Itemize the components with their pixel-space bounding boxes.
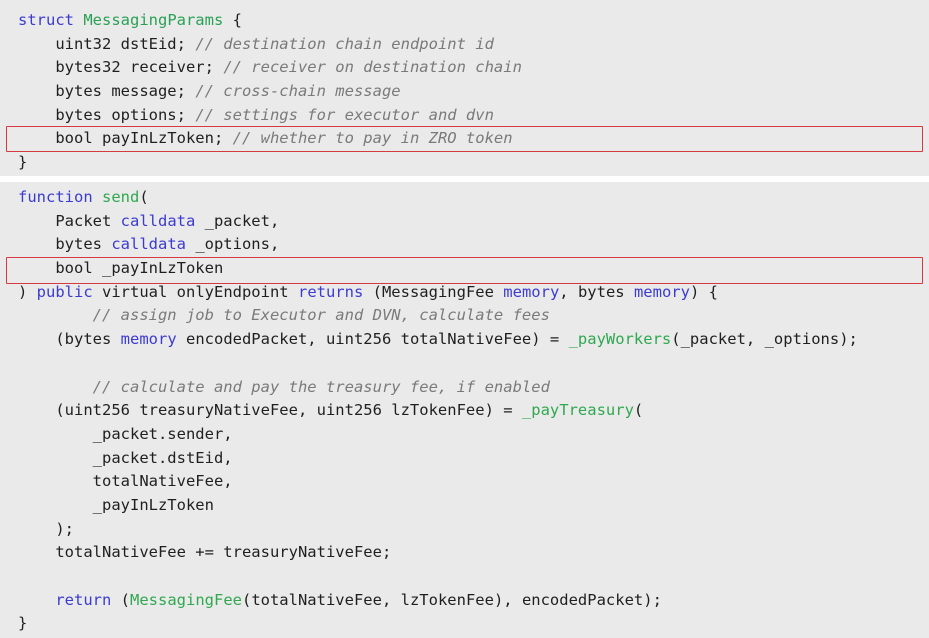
code-token: ); [18,519,74,538]
code-comment: // calculate and pay the treasury fee, i… [92,377,550,396]
code-comment: // assign job to Executor and DVN, calcu… [92,306,550,325]
code-token: return [55,590,112,609]
code-line: totalNativeFee += treasuryNativeFee; [18,541,858,565]
code-comment: // receiver on destination chain [223,58,522,77]
code-line: bytes options; // settings for executor … [18,104,522,128]
code-token: calldata [111,235,186,254]
code-line: // calculate and pay the treasury fee, i… [18,376,858,400]
code-token: bytes message; [18,82,196,101]
code-token: Packet [18,211,121,230]
code-token: } [18,153,28,172]
code-token: public [36,282,93,301]
code-comment: // cross-chain message [195,82,401,101]
code-token: uint32 dstEid; [18,34,196,53]
struct-code: struct MessagingParams { uint32 dstEid; … [18,9,522,175]
code-token: memory [503,282,560,301]
code-comment: // destination chain endpoint id [195,34,494,53]
code-token: totalNativeFee, [18,472,233,491]
code-token: totalNativeFee += treasuryNativeFee; [18,543,392,562]
code-line: totalNativeFee, [18,470,858,494]
code-token: { [223,11,242,29]
code-token: _payWorkers [568,330,672,349]
code-token: MessagingParams [83,11,224,29]
code-token: ( [633,401,644,420]
code-token: bytes [18,235,112,254]
code-line: // assign job to Executor and DVN, calcu… [18,304,858,328]
code-token: ) { [689,282,718,301]
code-line: bool payInLzToken; // whether to pay in … [18,127,522,151]
code-token: MessagingFee [130,590,242,609]
code-token: virtual onlyEndpoint [92,282,298,301]
code-line: uint32 dstEid; // destination chain endp… [18,33,522,57]
code-token: memory [633,282,690,301]
code-line: struct MessagingParams { [18,9,522,33]
code-token: bool _payInLzToken [18,259,224,278]
code-token: _payTreasury [521,401,634,420]
function-code-block: function send( Packet calldata _packet, … [0,182,929,638]
code-token: } [18,614,28,633]
code-line: Packet calldata _packet, [18,210,858,234]
code-line: _packet.sender, [18,423,858,447]
code-token: memory [120,330,177,349]
code-line: bytes calldata _options, [18,233,858,257]
code-line: ); [18,518,858,542]
struct-code-block: struct MessagingParams { uint32 dstEid; … [0,0,929,176]
code-token: _packet.dstEid, [18,448,233,467]
code-line: return (MessagingFee(totalNativeFee, lzT… [18,589,858,613]
code-line: } [18,151,522,175]
code-line: function send( [18,186,858,210]
code-line: _payInLzToken [18,494,858,518]
code-line: bytes message; // cross-chain message [18,80,522,104]
code-token: _payInLzToken [18,495,214,514]
code-token: bytes options; [18,105,196,124]
code-token: bytes32 receiver; [18,58,224,77]
code-line: bool _payInLzToken [18,257,858,281]
code-line: _packet.dstEid, [18,447,858,471]
code-token: ) [18,282,37,301]
code-token: struct [18,11,84,29]
code-token: returns [297,282,364,301]
code-token: (_packet, _options); [671,330,858,349]
code-token: _packet, [195,211,280,230]
code-line: (bytes memory encodedPacket, uint256 tot… [18,328,858,352]
function-code: function send( Packet calldata _packet, … [18,186,858,636]
code-token: , bytes [559,282,634,301]
code-token: send [102,188,140,206]
code-comment: // whether to pay in ZRO token [232,129,513,148]
code-token: (totalNativeFee, lzTokenFee), encodedPac… [241,590,662,609]
code-token: _packet.sender, [18,424,233,443]
code-comment: // settings for executor and dvn [195,105,494,124]
code-token: _options, [185,235,280,254]
code-token: bool payInLzToken; [18,129,233,148]
code-token: (bytes [18,330,121,349]
code-line: bytes32 receiver; // receiver on destina… [18,56,522,80]
code-line: (uint256 treasuryNativeFee, uint256 lzTo… [18,399,858,423]
code-line: ) public virtual onlyEndpoint returns (M… [18,281,858,305]
code-token: (MessagingFee [363,282,504,301]
code-token: ( [111,590,130,609]
code-token: function [18,188,102,206]
code-token: calldata [120,211,196,230]
code-token: (uint256 treasuryNativeFee, uint256 lzTo… [18,401,522,420]
code-line: } [18,612,858,636]
code-token: encodedPacket, uint256 totalNativeFee) = [176,330,569,349]
code-token: ( [139,188,149,206]
